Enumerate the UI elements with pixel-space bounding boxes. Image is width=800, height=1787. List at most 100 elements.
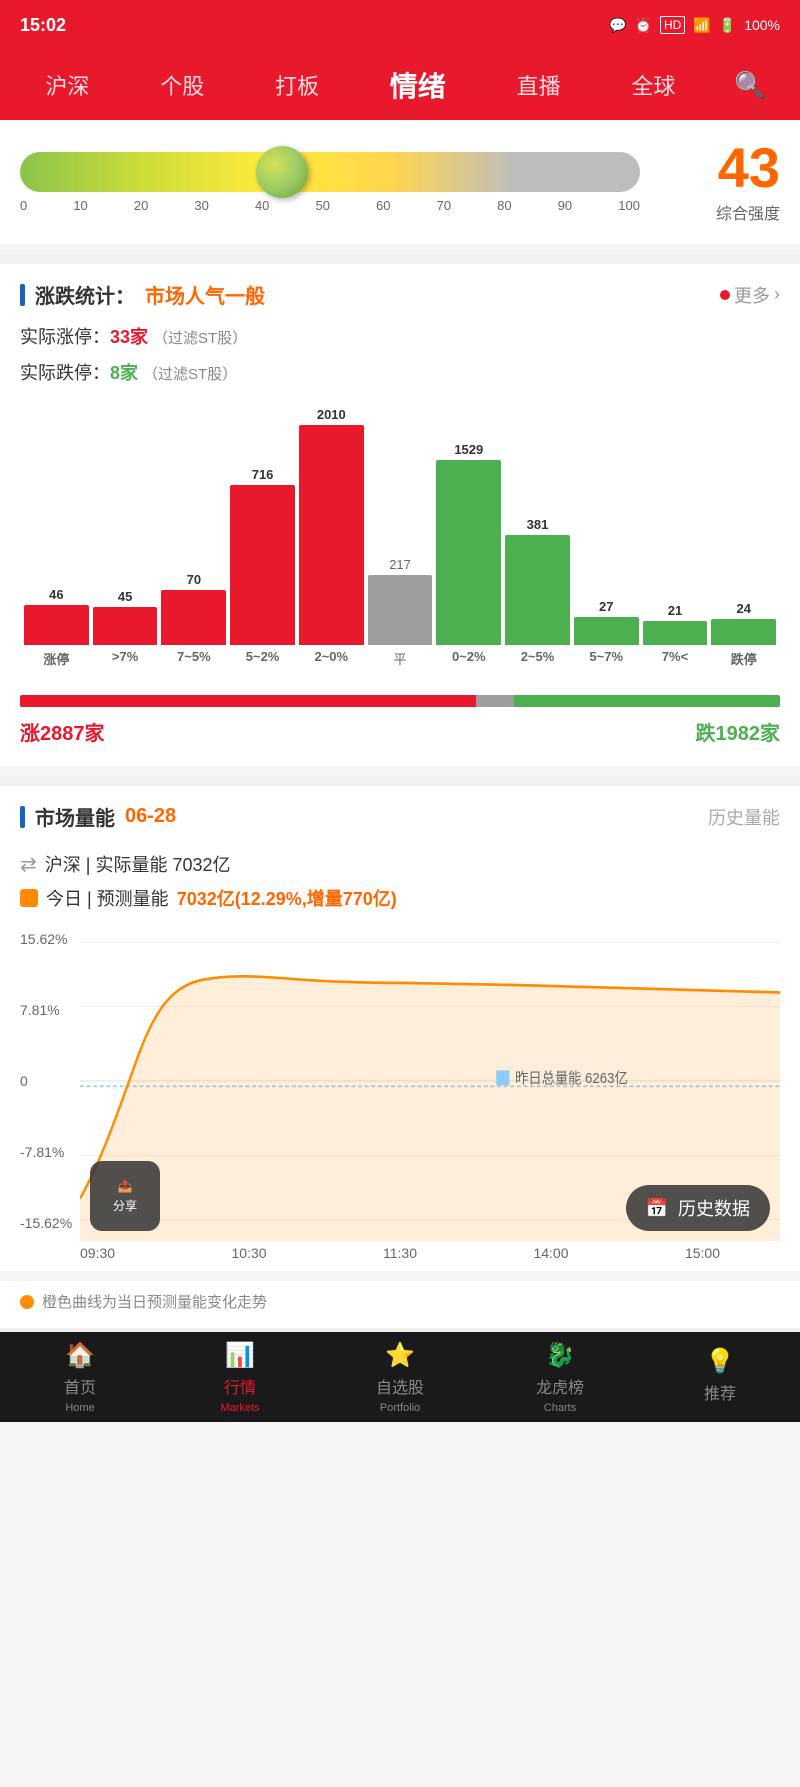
gauge-ball bbox=[256, 146, 308, 198]
volume-header: 市场量能 06-28 历史量能 bbox=[20, 786, 780, 841]
portfolio-icon: ⭐ bbox=[385, 1341, 415, 1370]
stats-title-main: 涨跌统计： bbox=[35, 280, 135, 309]
notification-dot bbox=[720, 290, 730, 300]
recommend-icon: 💡 bbox=[705, 1347, 735, 1376]
chart-note: 橙色曲线为当日预测量能变化走势 bbox=[0, 1281, 800, 1328]
hd-icon: HD bbox=[660, 16, 685, 34]
gauge-score: 43 综合强度 bbox=[660, 140, 780, 224]
nav-individual[interactable]: 个股 bbox=[148, 61, 216, 109]
filter-rise-label: （过滤ST股） bbox=[153, 330, 247, 347]
signal-icon: 📶 bbox=[693, 17, 710, 34]
more-button[interactable]: 更多 › bbox=[720, 282, 780, 308]
calendar-icon: 📅 bbox=[646, 1198, 668, 1219]
nav-sentiment[interactable]: 情绪 bbox=[378, 57, 458, 113]
share-icon: 📤 bbox=[118, 1179, 133, 1193]
bottom-portfolio-sub: Portfolio bbox=[380, 1402, 420, 1414]
bottom-portfolio-label: 自选股 bbox=[376, 1374, 424, 1398]
bar-col-2: 70 bbox=[161, 572, 226, 645]
rise-fall-count: 涨2887家 跌1982家 bbox=[20, 717, 780, 746]
blue-bar-vol-icon bbox=[20, 806, 25, 828]
status-bar: 15:02 💬 ⏰ HD 📶 🔋 100% bbox=[0, 0, 800, 50]
flat-bar bbox=[476, 695, 514, 707]
gauge-bar-wrap: 0 10 20 30 40 50 60 70 80 90 100 bbox=[20, 152, 640, 213]
bar-col-7: 381 bbox=[505, 517, 570, 645]
volume-date: 06-28 bbox=[125, 805, 176, 828]
bottom-markets-label: 行情 bbox=[224, 1374, 256, 1398]
bar-col-1: 45 bbox=[93, 589, 158, 645]
gauge-container: 0 10 20 30 40 50 60 70 80 90 100 43 综合强度 bbox=[20, 140, 780, 224]
share-label: 分享 bbox=[113, 1197, 137, 1214]
actual-volume-label: 沪深 | 实际量能 7032亿 bbox=[45, 851, 231, 877]
bar-col-5: 217 bbox=[368, 557, 433, 645]
fall-bar bbox=[514, 695, 780, 707]
bar-col-8: 27 bbox=[574, 599, 639, 645]
bottom-recommend-label: 推荐 bbox=[704, 1380, 736, 1404]
rise-fall-info: 实际涨停：33家 （过滤ST股） 实际跌停：8家 （过滤ST股） bbox=[20, 319, 780, 391]
bottom-nav-recommend[interactable]: 💡 推荐 bbox=[670, 1347, 770, 1408]
chart-x-labels: 09:30 10:30 11:30 14:00 15:00 bbox=[20, 1245, 780, 1261]
actual-fall-line: 实际跌停：8家 （过滤ST股） bbox=[20, 355, 780, 391]
distribution-chart: 46 45 70 716 2010 217 bbox=[20, 405, 780, 685]
bar-col-9: 21 bbox=[643, 603, 708, 645]
history-volume-label: 历史量能 bbox=[708, 804, 780, 830]
volume-section: 市场量能 06-28 历史量能 ⇄ 沪深 | 实际量能 7032亿 今日 | 预… bbox=[0, 786, 800, 1271]
nav-daban[interactable]: 打板 bbox=[263, 61, 331, 109]
gauge-section: 0 10 20 30 40 50 60 70 80 90 100 43 综合强度 bbox=[0, 120, 800, 244]
status-icons: 💬 ⏰ HD 📶 🔋 100% bbox=[609, 16, 780, 34]
nav-hushens[interactable]: 沪深 bbox=[33, 61, 101, 109]
more-label: 更多 bbox=[734, 282, 770, 308]
nav-live[interactable]: 直播 bbox=[505, 61, 573, 109]
bottom-nav-charts[interactable]: 🐉 龙虎榜 Charts bbox=[510, 1341, 610, 1414]
stats-title: 涨跌统计： 市场人气一般 bbox=[20, 280, 265, 309]
chevron-right-icon: › bbox=[774, 284, 780, 305]
bar-col-4: 2010 bbox=[299, 407, 364, 645]
bottom-markets-sub: Markets bbox=[220, 1402, 259, 1414]
history-data-label: 历史数据 bbox=[678, 1195, 750, 1221]
svg-text:昨日总量能 6263亿: 昨日总量能 6263亿 bbox=[515, 1069, 628, 1086]
bottom-nav: 🏠 首页 Home 📊 行情 Markets ⭐ 自选股 Portfolio 🐉… bbox=[0, 1332, 800, 1422]
bar-col-3: 716 bbox=[230, 467, 295, 645]
battery-icon: 🔋 bbox=[719, 17, 736, 34]
actual-volume-line: ⇄ 沪深 | 实际量能 7032亿 bbox=[20, 851, 780, 877]
blue-bar-icon bbox=[20, 284, 25, 306]
wechat-icon: 💬 bbox=[609, 17, 626, 34]
stats-header: 涨跌统计： 市场人气一般 更多 › bbox=[20, 264, 780, 319]
actual-rise-line: 实际涨停：33家 （过滤ST股） bbox=[20, 319, 780, 355]
bottom-charts-label: 龙虎榜 bbox=[536, 1374, 584, 1398]
bar-chart-inner: 46 45 70 716 2010 217 bbox=[20, 405, 780, 645]
predict-volume-line: 今日 | 预测量能 7032亿(12.29%,增量770亿) bbox=[20, 885, 780, 911]
fall-count: 跌1982家 bbox=[696, 717, 781, 746]
actual-fall-count: 8家 bbox=[110, 363, 138, 383]
swap-icon: ⇄ bbox=[20, 852, 37, 877]
gauge-ticks: 0 10 20 30 40 50 60 70 80 90 100 bbox=[20, 198, 640, 213]
history-volume-button[interactable]: 历史量能 bbox=[708, 804, 780, 830]
share-button[interactable]: 📤 分享 bbox=[90, 1161, 160, 1231]
markets-icon: 📊 bbox=[225, 1341, 255, 1370]
bar-col-0: 46 bbox=[24, 587, 89, 645]
orange-dot-icon bbox=[20, 889, 38, 907]
chart-note-text: 橙色曲线为当日预测量能变化走势 bbox=[42, 1291, 267, 1312]
volume-info: ⇄ 沪深 | 实际量能 7032亿 今日 | 预测量能 7032亿(12.29%… bbox=[20, 851, 780, 911]
chart-y-labels: 15.62% 7.81% 0 -7.81% -15.62% bbox=[20, 921, 80, 1241]
bar-labels: 涨停 >7% 7~5% 5~2% 2~0% 平 0~2% 2~5% 5~7% 7… bbox=[20, 649, 780, 668]
bar-col-6: 1529 bbox=[436, 442, 501, 645]
rise-fall-progress-bar bbox=[20, 695, 780, 707]
rise-count: 涨2887家 bbox=[20, 717, 105, 746]
filter-fall-label: （过滤ST股） bbox=[143, 366, 237, 383]
nav-global[interactable]: 全球 bbox=[619, 61, 687, 109]
rise-bar bbox=[20, 695, 476, 707]
bar-col-10: 24 bbox=[711, 601, 776, 645]
note-dot-icon bbox=[20, 1295, 34, 1309]
history-data-button[interactable]: 📅 历史数据 bbox=[626, 1185, 770, 1231]
stats-section: 涨跌统计： 市场人气一般 更多 › 实际涨停：33家 （过滤ST股） 实际跌停：… bbox=[0, 264, 800, 766]
bottom-nav-portfolio[interactable]: ⭐ 自选股 Portfolio bbox=[350, 1341, 450, 1414]
bottom-nav-markets[interactable]: 📊 行情 Markets bbox=[190, 1341, 290, 1414]
search-icon[interactable]: 🔍 bbox=[734, 70, 766, 101]
bottom-home-sub: Home bbox=[65, 1402, 94, 1414]
gauge-bar bbox=[20, 152, 640, 192]
actual-rise-count: 33家 bbox=[110, 327, 148, 347]
volume-title-main: 市场量能 bbox=[35, 802, 115, 831]
gauge-label: 综合强度 bbox=[660, 200, 780, 224]
volume-chart: 15.62% 7.81% 0 -7.81% -15.62% 昨日总量能 6263… bbox=[20, 921, 780, 1241]
bottom-nav-home[interactable]: 🏠 首页 Home bbox=[30, 1341, 130, 1414]
